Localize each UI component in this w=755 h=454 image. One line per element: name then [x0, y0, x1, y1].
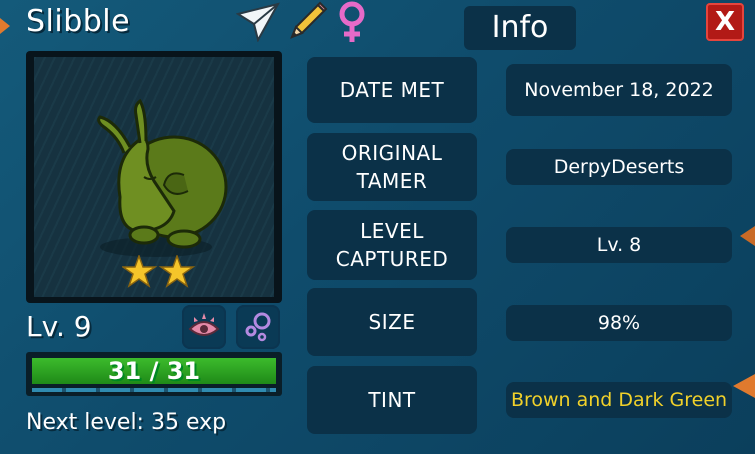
exp-bar [32, 388, 276, 392]
orange-spike-decor [0, 18, 10, 34]
creature-name: Slibble [26, 4, 131, 39]
value-size: 98% [506, 305, 732, 341]
star-rating [122, 255, 196, 288]
ability-bubbles-button[interactable] [236, 305, 280, 349]
label-size: SIZE [307, 288, 477, 356]
star-icon [122, 255, 158, 288]
value-tint: Brown and Dark Green [506, 382, 732, 418]
label-level-captured: LEVEL CAPTURED [307, 210, 477, 280]
paper-plane-icon[interactable] [235, 2, 280, 46]
value-date-met: November 18, 2022 [506, 64, 732, 116]
eye-ability-icon [188, 313, 220, 336]
value-level-captured: Lv. 8 [506, 227, 732, 263]
hp-bar: 31 / 31 [26, 352, 282, 396]
close-button[interactable]: X [706, 3, 744, 41]
header-icons [235, 0, 370, 48]
female-symbol-icon [334, 0, 370, 48]
orange-spike-decor [733, 374, 755, 398]
star-icon [158, 255, 196, 288]
ability-eye-button[interactable] [182, 305, 226, 349]
label-original-tamer: ORIGINAL TAMER [307, 133, 477, 201]
orange-spike-decor [740, 226, 755, 246]
creature-level: Lv. 9 [26, 310, 92, 343]
bubbles-ability-icon [245, 312, 271, 342]
hp-text: 31 / 31 [107, 357, 201, 385]
label-tint: TINT [307, 366, 477, 434]
value-original-tamer: DerpyDeserts [506, 149, 732, 185]
label-date-met: DATE MET [307, 57, 477, 123]
creature-portrait [26, 51, 282, 303]
next-level-text: Next level: 35 exp [26, 410, 227, 435]
info-title: Info [464, 6, 576, 50]
pencil-icon[interactable] [286, 1, 328, 47]
